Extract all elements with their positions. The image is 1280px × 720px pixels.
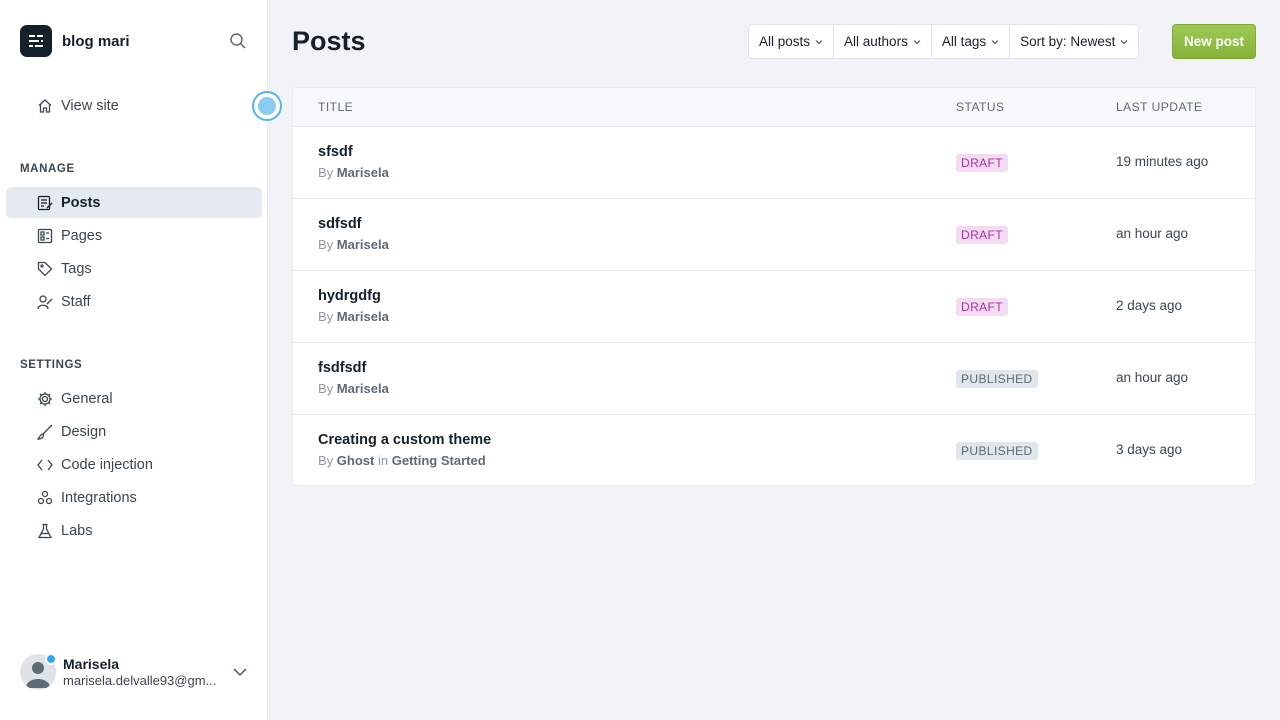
last-updated: an hour ago	[1116, 370, 1189, 385]
flask-icon	[36, 522, 53, 539]
nav-label: Code injection	[61, 456, 153, 473]
in-label: in	[377, 453, 389, 468]
home-icon	[36, 97, 53, 114]
post-title: fsdfsdf	[318, 360, 367, 376]
sidebar-item-labs[interactable]: Labs	[6, 515, 262, 546]
sidebar-item-code-injection[interactable]: Code injection	[6, 449, 262, 480]
gear-icon	[36, 390, 53, 407]
chevron-down-icon	[815, 39, 823, 44]
nav-label: Posts	[61, 194, 101, 211]
status-badge: PUBLISHED	[956, 370, 1038, 388]
filter-sort[interactable]: Sort by: Newest	[1010, 25, 1138, 58]
post-meta: By Marisela	[318, 237, 389, 252]
table-row[interactable]: fsdfsdf By Marisela PUBLISHED an hour ag…	[293, 343, 1255, 415]
column-header-status: STATUS	[956, 100, 1005, 114]
new-post-button[interactable]: New post	[1172, 24, 1256, 59]
nav-label: Staff	[61, 293, 91, 310]
table-row[interactable]: hydrgdfg By Marisela DRAFT 2 days ago	[293, 271, 1255, 343]
table-row[interactable]: sfsdf By Marisela DRAFT 19 minutes ago	[293, 127, 1255, 199]
table-row[interactable]: Creating a custom theme By Ghost in Gett…	[293, 415, 1255, 485]
post-author: Marisela	[336, 309, 389, 324]
nav-label: General	[61, 390, 113, 407]
code-icon	[36, 456, 53, 473]
post-title: hydrgdfg	[318, 288, 381, 304]
post-meta: By Marisela	[318, 309, 389, 324]
posts-icon	[36, 194, 53, 211]
post-meta: By Marisela	[318, 381, 389, 396]
brush-icon	[36, 423, 53, 440]
sidebar-item-integrations[interactable]: Integrations	[6, 482, 262, 513]
post-author: Marisela	[336, 381, 389, 396]
sidebar: blog mari View site MANAGE Posts Pages T…	[0, 0, 268, 720]
filter-authors[interactable]: All authors	[834, 25, 932, 58]
sidebar-item-design[interactable]: Design	[6, 416, 262, 447]
nav-label: View site	[61, 97, 119, 114]
user-name: Marisela	[63, 655, 120, 672]
chevron-down-icon	[913, 39, 921, 44]
online-status-dot	[45, 653, 57, 665]
post-meta: By Marisela	[318, 165, 389, 180]
filter-tags[interactable]: All tags	[932, 25, 1011, 58]
table-header: TITLE STATUS LAST UPDATE	[293, 88, 1255, 127]
search-icon[interactable]	[226, 29, 250, 53]
by-label: By	[318, 309, 334, 324]
post-title: sdfsdf	[318, 216, 362, 232]
nav-label: Design	[61, 423, 107, 440]
status-badge: PUBLISHED	[956, 442, 1038, 460]
post-meta: By Ghost in Getting Started	[318, 453, 486, 468]
post-tag: Getting Started	[391, 453, 486, 468]
sidebar-item-general[interactable]: General	[6, 383, 262, 414]
by-label: By	[318, 453, 334, 468]
column-header-title: TITLE	[318, 100, 354, 114]
chevron-down-icon[interactable]	[232, 664, 248, 680]
filter-label: Sort by: Newest	[1020, 34, 1116, 49]
nav-label: Pages	[61, 227, 103, 244]
nav-label: Labs	[61, 522, 93, 539]
brand-name: blog mari	[62, 32, 130, 50]
integrations-icon	[36, 489, 53, 506]
post-title: Creating a custom theme	[318, 432, 492, 448]
pages-icon	[36, 227, 53, 244]
status-badge: DRAFT	[956, 226, 1008, 244]
post-author: Marisela	[336, 165, 389, 180]
post-title: sfsdf	[318, 144, 353, 160]
filter-label: All tags	[941, 34, 987, 49]
nav-label: Integrations	[61, 489, 137, 506]
filter-post-type[interactable]: All posts	[749, 25, 835, 58]
column-header-last-update: LAST UPDATE	[1116, 100, 1203, 114]
user-email: marisela.delvalle93@gm...	[63, 672, 217, 688]
last-updated: 19 minutes ago	[1116, 154, 1209, 169]
by-label: By	[318, 237, 334, 252]
status-badge: DRAFT	[956, 298, 1008, 316]
table-row[interactable]: sdfsdf By Marisela DRAFT an hour ago	[293, 199, 1255, 271]
staff-icon	[36, 293, 53, 310]
post-filters: All posts All authors All tags Sort by: …	[748, 24, 1140, 59]
sidebar-item-staff[interactable]: Staff	[6, 286, 262, 317]
nav-label: Tags	[61, 260, 92, 277]
filter-label: All posts	[759, 34, 811, 49]
status-badge: DRAFT	[956, 154, 1008, 172]
chevron-down-icon	[1121, 39, 1128, 44]
filter-label: All authors	[844, 34, 908, 49]
page-title: Posts	[292, 26, 366, 56]
sidebar-collapse-toggle[interactable]	[252, 91, 282, 121]
post-author: Ghost	[336, 453, 375, 468]
sidebar-item-tags[interactable]: Tags	[6, 253, 262, 284]
last-updated: an hour ago	[1116, 226, 1189, 241]
by-label: By	[318, 165, 334, 180]
sidebar-item-pages[interactable]: Pages	[6, 220, 262, 251]
manage-section-title: MANAGE	[20, 163, 75, 175]
post-author: Marisela	[336, 237, 389, 252]
chevron-down-icon	[991, 39, 999, 44]
by-label: By	[318, 381, 334, 396]
ghost-logo-icon	[20, 25, 52, 57]
sidebar-item-posts[interactable]: Posts	[6, 187, 262, 218]
settings-section-title: SETTINGS	[20, 359, 83, 371]
brand[interactable]: blog mari	[20, 25, 130, 57]
tag-icon	[36, 260, 53, 277]
nav-view-site[interactable]: View site	[6, 90, 262, 121]
last-updated: 3 days ago	[1116, 442, 1183, 457]
posts-table: TITLE STATUS LAST UPDATE sfsdf By Marise…	[292, 87, 1256, 486]
last-updated: 2 days ago	[1116, 298, 1183, 313]
